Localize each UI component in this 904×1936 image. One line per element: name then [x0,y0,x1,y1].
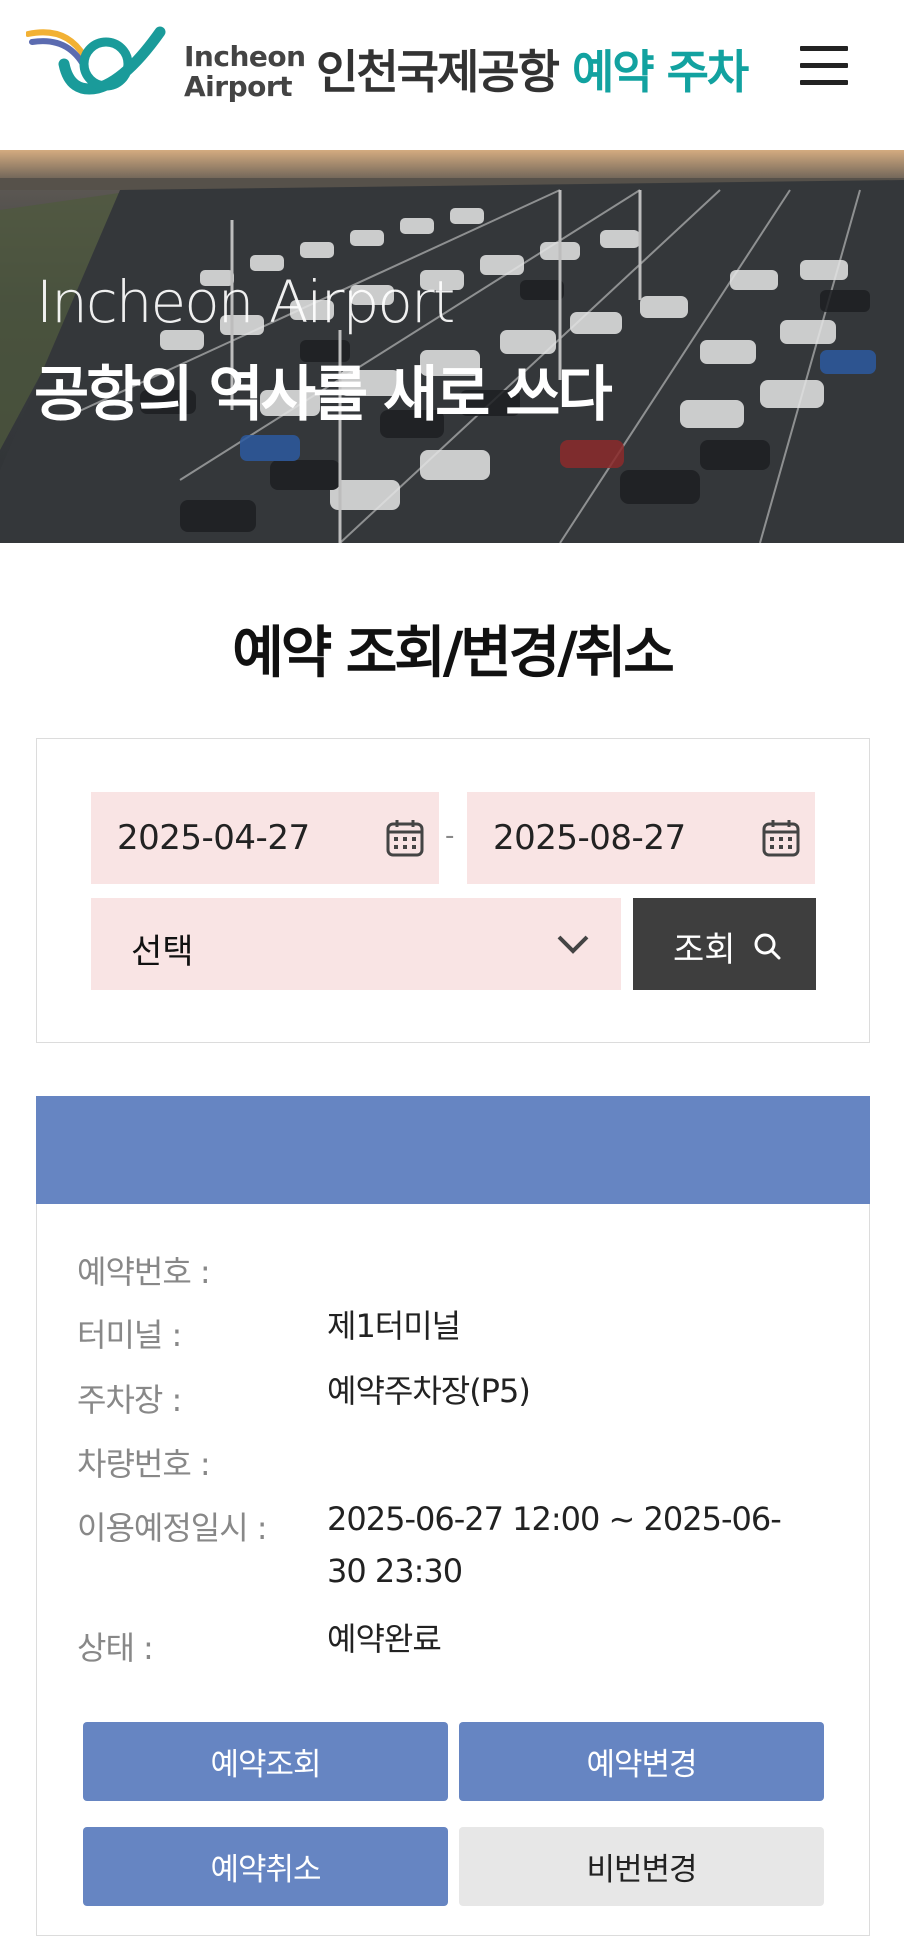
search-button-label: 조회 [673,930,736,970]
logo-emblem-icon [26,26,166,95]
reservation-type-select[interactable]: 선택 [91,898,621,990]
info-value: 예약주차장(P5) [327,1372,531,1410]
info-label: 터미널 : [77,1316,182,1354]
hero-title-korean: 공항의 역사를 새로 쓰다 [34,360,613,430]
reservation-inquiry-button[interactable]: 예약조회 [83,1722,448,1801]
info-value: 제1터미널 [327,1307,461,1345]
search-icon [754,933,781,960]
reservation-result-card: 예약번호 : 터미널 : 제1터미널 주차장 : 예약주차장(P5) 차량번호 … [35,1095,870,1936]
hero-title-english: Incheon Airport [36,268,455,336]
logo-line-1: Incheon [184,40,306,73]
site-title: 인천국제공항 예약 주차 [316,36,749,102]
info-label: 차량번호 : [77,1445,211,1483]
site-title-accent: 예약 주차 [571,45,749,99]
result-card-header [35,1095,870,1204]
select-value: 선택 [131,932,194,972]
change-password-button[interactable]: 비번변경 [459,1827,824,1906]
reservation-cancel-button[interactable]: 예약취소 [83,1827,448,1906]
hamburger-menu-icon[interactable] [800,46,848,86]
date-range-separator: - [445,821,455,851]
site-title-main: 인천국제공항 [316,45,560,99]
incheon-airport-logo[interactable]: Incheon Airport [26,26,306,106]
info-value: 예약완료 [327,1620,442,1658]
page-title: 예약 조회/변경/취소 [232,621,675,686]
info-label: 주차장 : [77,1381,182,1419]
info-label: 이용예정일시 : [77,1509,268,1547]
info-label: 예약번호 : [77,1253,211,1291]
start-date-input[interactable]: 2025-04-27 [91,792,439,884]
end-date-value: 2025-08-27 [493,818,686,858]
end-date-input[interactable]: 2025-08-27 [467,792,815,884]
calendar-icon[interactable] [761,818,801,858]
start-date-value: 2025-04-27 [117,818,310,858]
info-value: 2025-06-27 12:00 ~ 2025-06-30 23:30 [327,1500,782,1590]
chevron-down-icon [557,935,589,954]
logo-line-2: Airport [184,70,293,103]
info-label: 상태 : [77,1629,154,1667]
hero-banner: Incheon Airport 공항의 역사를 새로 쓰다 [0,150,904,543]
search-button[interactable]: 조회 [633,898,816,990]
logo-wordmark: Incheon Airport [184,42,306,102]
reservation-change-button[interactable]: 예약변경 [459,1722,824,1801]
search-panel: 2025-04-27 - 2025-08-27 선택 조회 [36,738,870,1043]
calendar-icon[interactable] [385,818,425,858]
site-header: Incheon Airport 인천국제공항 예약 주차 [0,0,904,150]
